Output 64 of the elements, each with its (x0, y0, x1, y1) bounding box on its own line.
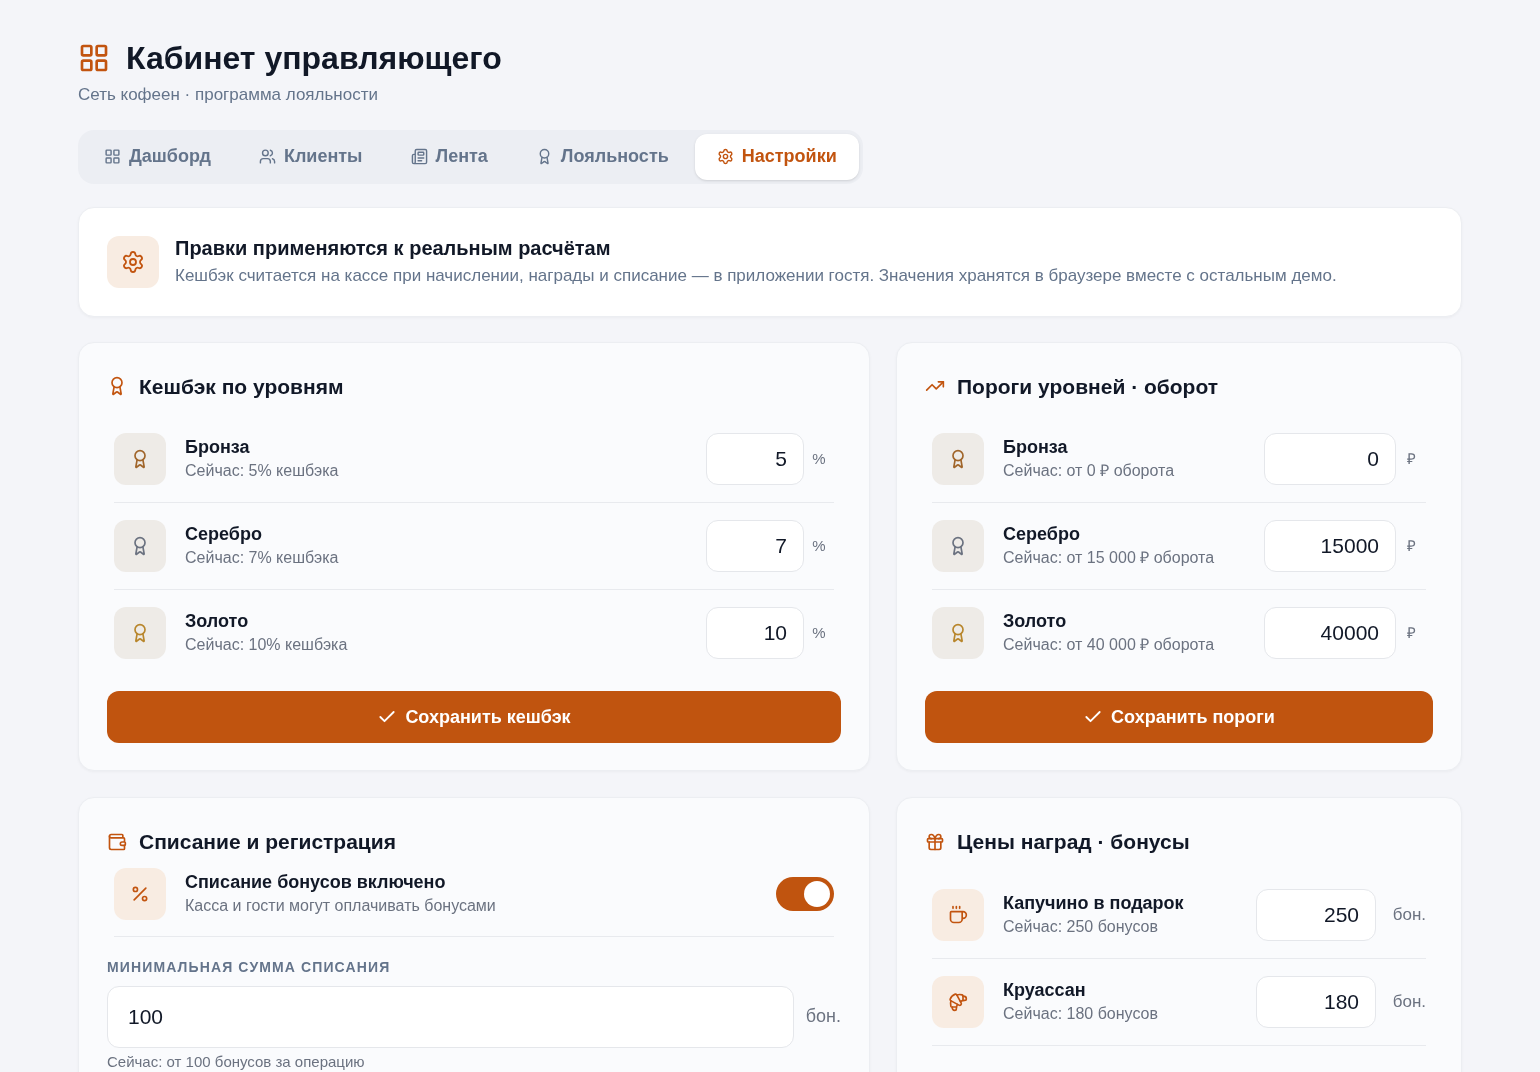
tier-hint: Сейчас: 7% кешбэка (185, 548, 340, 568)
value-field[interactable]: 5 (706, 433, 804, 485)
newspaper-icon (410, 148, 428, 165)
page-subtitle: Сеть кофеен · программа лояльности (78, 84, 379, 106)
wallet-icon (107, 831, 127, 852)
unit-label: % (811, 622, 827, 643)
value-field[interactable]: 10 (706, 607, 804, 659)
value-field[interactable]: 7 (706, 520, 804, 572)
tab[interactable]: Клиенты (236, 133, 385, 180)
tier-hint: Сейчас: от 40 000 ₽ оборота (1003, 635, 1216, 655)
gift-icon (925, 831, 945, 852)
users-icon (258, 148, 276, 165)
min-amount-field[interactable]: 100 (107, 985, 794, 1048)
value-field[interactable]: 40000 (1264, 607, 1396, 659)
settings-icon (121, 249, 145, 274)
tier-name: Серебро (185, 523, 263, 546)
card-title: Цены наград · бонусы (957, 829, 1190, 855)
card-title: Кешбэк по уровням (139, 373, 344, 400)
price-field[interactable]: 180 (1256, 975, 1376, 1028)
toggle-title: Списание бонусов включено (185, 870, 447, 894)
tier-name: Бронза (185, 436, 251, 459)
tier-hint: Сейчас: от 0 ₽ оборота (1003, 461, 1176, 481)
save-button[interactable]: Сохранить пороги (925, 691, 1433, 743)
tier-name: Золото (185, 610, 250, 633)
tier-hint: Сейчас: от 15 000 ₽ оборота (1003, 548, 1216, 568)
price-field[interactable]: 250 (1256, 888, 1376, 941)
tier-hint: Сейчас: 5% кешбэка (185, 461, 340, 481)
unit-label: % (811, 535, 827, 556)
unit-label: бон. (1391, 903, 1426, 926)
tier-name: Бронза (1003, 436, 1069, 459)
field-hint: Сейчас: от 100 бонусов за операцию (107, 1051, 366, 1072)
tier-hint: Сейчас: 10% кешбэка (185, 635, 349, 655)
unit-label: ₽ (1405, 535, 1417, 556)
reward-hint: Сейчас: 180 бонусов (1003, 1003, 1159, 1024)
card-title: Пороги уровней · оборот (957, 373, 1218, 400)
grid-icon (104, 148, 121, 165)
reward-hint: Сейчас: 250 бонусов (1003, 916, 1159, 937)
tab[interactable]: Настройки (694, 133, 859, 180)
page-title: Кабинет управляющего (126, 39, 502, 78)
tier-name: Золото (1003, 610, 1068, 633)
unit-label: ₽ (1405, 448, 1417, 469)
settings-icon (716, 148, 734, 165)
value-field[interactable]: 15000 (1264, 520, 1396, 572)
tier-name: Серебро (1003, 523, 1081, 546)
unit-label: ₽ (1405, 622, 1417, 643)
toggle-hint: Касса и гости могут оплачивать бонусами (185, 895, 497, 916)
card-title: Списание и регистрация (139, 829, 396, 855)
save-button[interactable]: Сохранить кешбэк (107, 691, 841, 743)
value-field[interactable]: 0 (1264, 433, 1396, 485)
notice-text: Кешбэк считается на кассе при начислении, награды и списание — в приложении гостя. Значения хранятся в браузере вместе с остальным демо. (175, 264, 1337, 287)
notice-title: Правки применяются к реальным расчётам (175, 235, 612, 261)
tab[interactable]: Лента (388, 133, 510, 180)
reward-name: Круассан (1003, 978, 1087, 1002)
field-label: МИНИМАЛЬНАЯ СУММА СПИСАНИЯ (107, 957, 392, 977)
unit-label: % (811, 448, 827, 469)
tab[interactable]: Дашборд (82, 133, 233, 180)
reward-name: Капучино в подарок (1003, 891, 1185, 915)
tab[interactable]: Лояльность (513, 133, 691, 180)
grid-icon (78, 42, 110, 74)
croissant-icon (948, 991, 968, 1012)
unit-label: бон. (1391, 990, 1426, 1013)
unit-label: бон. (805, 1005, 841, 1028)
cup-icon (948, 904, 968, 925)
toggle-switch[interactable] (776, 876, 834, 911)
